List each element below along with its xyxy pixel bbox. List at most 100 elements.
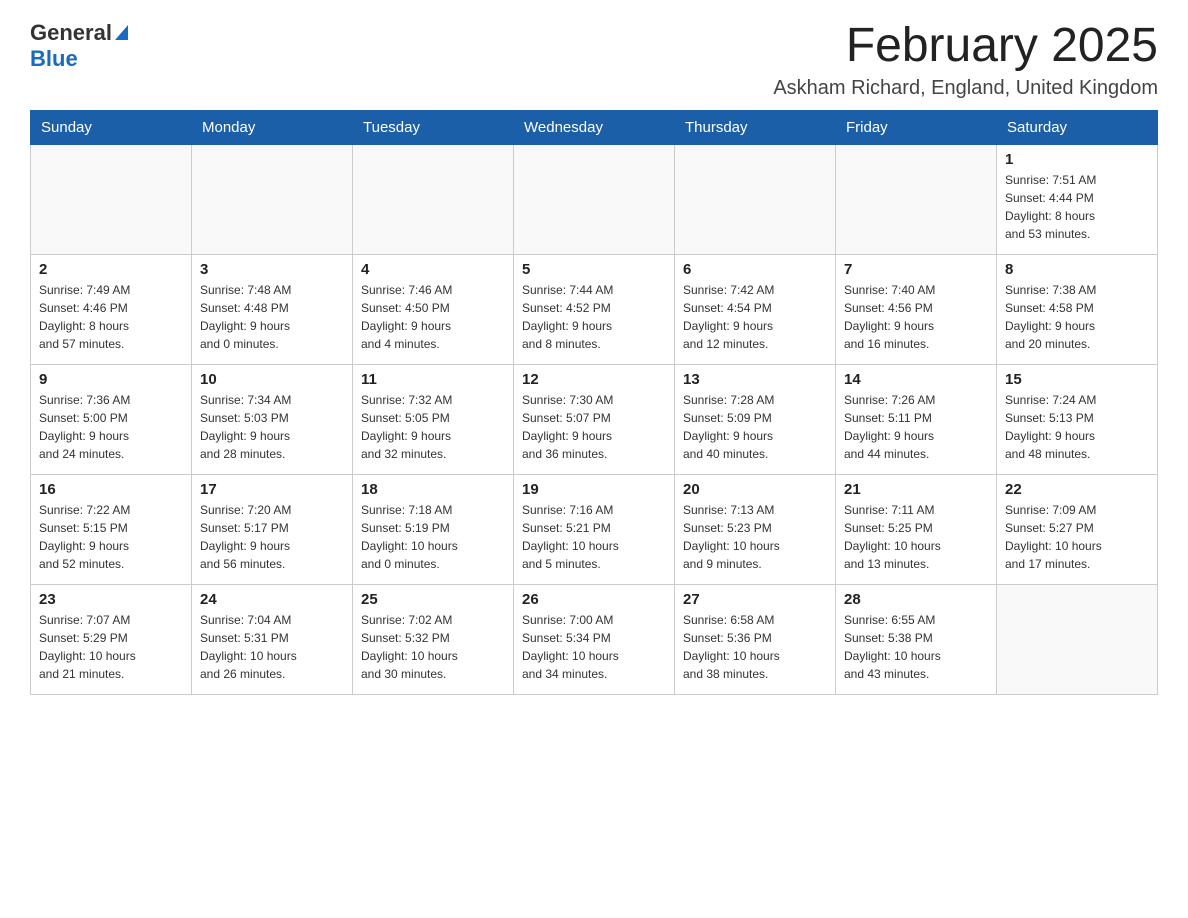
calendar-cell: 23 Sunrise: 7:07 AM Sunset: 5:29 PM Dayli… bbox=[31, 584, 192, 694]
day-info: Sunrise: 7:02 AM Sunset: 5:32 PM Dayligh… bbox=[361, 611, 505, 683]
calendar-cell: 12 Sunrise: 7:30 AM Sunset: 5:07 PM Dayli… bbox=[514, 364, 675, 474]
page-header: General Blue February 2025 Askham Richar… bbox=[30, 20, 1158, 100]
day-info: Sunrise: 7:32 AM Sunset: 5:05 PM Dayligh… bbox=[361, 391, 505, 463]
day-info: Sunrise: 7:24 AM Sunset: 5:13 PM Dayligh… bbox=[1005, 391, 1149, 463]
day-info: Sunrise: 7:11 AM Sunset: 5:25 PM Dayligh… bbox=[844, 501, 988, 573]
day-number: 13 bbox=[683, 371, 827, 388]
day-info: Sunrise: 7:09 AM Sunset: 5:27 PM Dayligh… bbox=[1005, 501, 1149, 573]
calendar-body: 1 Sunrise: 7:51 AM Sunset: 4:44 PM Daylig… bbox=[31, 144, 1158, 694]
day-number: 21 bbox=[844, 481, 988, 498]
day-number: 20 bbox=[683, 481, 827, 498]
calendar-header-tuesday: Tuesday bbox=[353, 110, 514, 144]
calendar-cell: 20 Sunrise: 7:13 AM Sunset: 5:23 PM Dayli… bbox=[675, 474, 836, 584]
day-number: 1 bbox=[1005, 151, 1149, 168]
calendar-cell: 9Sunrise: 7:36 AM Sunset: 5:00 PM Daylig… bbox=[31, 364, 192, 474]
day-number: 18 bbox=[361, 481, 505, 498]
day-number: 25 bbox=[361, 591, 505, 608]
day-info: Sunrise: 7:46 AM Sunset: 4:50 PM Dayligh… bbox=[361, 281, 505, 353]
day-number: 11 bbox=[361, 371, 505, 388]
calendar-cell: 5 Sunrise: 7:44 AM Sunset: 4:52 PM Daylig… bbox=[514, 254, 675, 364]
day-info: Sunrise: 7:36 AM Sunset: 5:00 PM Dayligh… bbox=[39, 391, 183, 463]
calendar-table: SundayMondayTuesdayWednesdayThursdayFrid… bbox=[30, 110, 1158, 695]
day-info: Sunrise: 7:16 AM Sunset: 5:21 PM Dayligh… bbox=[522, 501, 666, 573]
day-number: 3 bbox=[200, 261, 344, 278]
calendar-cell: 7Sunrise: 7:40 AM Sunset: 4:56 PM Daylig… bbox=[836, 254, 997, 364]
calendar-cell: 28 Sunrise: 6:55 AM Sunset: 5:38 PM Dayli… bbox=[836, 584, 997, 694]
calendar-cell: 14 Sunrise: 7:26 AM Sunset: 5:11 PM Dayli… bbox=[836, 364, 997, 474]
day-number: 19 bbox=[522, 481, 666, 498]
calendar-cell bbox=[836, 144, 997, 254]
day-info: Sunrise: 7:26 AM Sunset: 5:11 PM Dayligh… bbox=[844, 391, 988, 463]
logo-text-blue: Blue bbox=[30, 46, 78, 72]
location-subtitle: Askham Richard, England, United Kingdom bbox=[773, 77, 1158, 100]
day-number: 8 bbox=[1005, 261, 1149, 278]
day-info: Sunrise: 7:40 AM Sunset: 4:56 PM Dayligh… bbox=[844, 281, 988, 353]
logo: General Blue bbox=[30, 20, 128, 72]
day-info: Sunrise: 7:28 AM Sunset: 5:09 PM Dayligh… bbox=[683, 391, 827, 463]
day-number: 14 bbox=[844, 371, 988, 388]
calendar-cell bbox=[192, 144, 353, 254]
calendar-cell: 6Sunrise: 7:42 AM Sunset: 4:54 PM Daylig… bbox=[675, 254, 836, 364]
day-info: Sunrise: 7:49 AM Sunset: 4:46 PM Dayligh… bbox=[39, 281, 183, 353]
day-number: 17 bbox=[200, 481, 344, 498]
calendar-cell: 21 Sunrise: 7:11 AM Sunset: 5:25 PM Dayli… bbox=[836, 474, 997, 584]
calendar-cell: 11 Sunrise: 7:32 AM Sunset: 5:05 PM Dayli… bbox=[353, 364, 514, 474]
calendar-week-1: 2 Sunrise: 7:49 AM Sunset: 4:46 PM Daylig… bbox=[31, 254, 1158, 364]
calendar-cell bbox=[675, 144, 836, 254]
day-number: 24 bbox=[200, 591, 344, 608]
calendar-cell bbox=[31, 144, 192, 254]
day-info: Sunrise: 7:18 AM Sunset: 5:19 PM Dayligh… bbox=[361, 501, 505, 573]
calendar-header-wednesday: Wednesday bbox=[514, 110, 675, 144]
calendar-header-row: SundayMondayTuesdayWednesdayThursdayFrid… bbox=[31, 110, 1158, 144]
month-title: February 2025 bbox=[773, 20, 1158, 73]
day-info: Sunrise: 7:13 AM Sunset: 5:23 PM Dayligh… bbox=[683, 501, 827, 573]
calendar-cell: 27 Sunrise: 6:58 AM Sunset: 5:36 PM Dayli… bbox=[675, 584, 836, 694]
calendar-header-sunday: Sunday bbox=[31, 110, 192, 144]
calendar-week-3: 16 Sunrise: 7:22 AM Sunset: 5:15 PM Dayli… bbox=[31, 474, 1158, 584]
day-number: 2 bbox=[39, 261, 183, 278]
calendar-cell: 3 Sunrise: 7:48 AM Sunset: 4:48 PM Daylig… bbox=[192, 254, 353, 364]
day-number: 12 bbox=[522, 371, 666, 388]
calendar-week-4: 23 Sunrise: 7:07 AM Sunset: 5:29 PM Dayli… bbox=[31, 584, 1158, 694]
calendar-cell: 19 Sunrise: 7:16 AM Sunset: 5:21 PM Dayli… bbox=[514, 474, 675, 584]
calendar-header-saturday: Saturday bbox=[997, 110, 1158, 144]
title-section: February 2025 Askham Richard, England, U… bbox=[773, 20, 1158, 100]
calendar-week-0: 1 Sunrise: 7:51 AM Sunset: 4:44 PM Daylig… bbox=[31, 144, 1158, 254]
day-info: Sunrise: 7:30 AM Sunset: 5:07 PM Dayligh… bbox=[522, 391, 666, 463]
calendar-cell: 2 Sunrise: 7:49 AM Sunset: 4:46 PM Daylig… bbox=[31, 254, 192, 364]
logo-icon: General Blue bbox=[30, 20, 128, 72]
calendar-cell bbox=[514, 144, 675, 254]
day-number: 4 bbox=[361, 261, 505, 278]
calendar-cell: 15 Sunrise: 7:24 AM Sunset: 5:13 PM Dayli… bbox=[997, 364, 1158, 474]
calendar-cell: 24Sunrise: 7:04 AM Sunset: 5:31 PM Dayli… bbox=[192, 584, 353, 694]
calendar-header-monday: Monday bbox=[192, 110, 353, 144]
calendar-cell: 10Sunrise: 7:34 AM Sunset: 5:03 PM Dayli… bbox=[192, 364, 353, 474]
day-info: Sunrise: 7:00 AM Sunset: 5:34 PM Dayligh… bbox=[522, 611, 666, 683]
day-info: Sunrise: 7:38 AM Sunset: 4:58 PM Dayligh… bbox=[1005, 281, 1149, 353]
day-number: 26 bbox=[522, 591, 666, 608]
calendar-cell: 17 Sunrise: 7:20 AM Sunset: 5:17 PM Dayli… bbox=[192, 474, 353, 584]
calendar-header-thursday: Thursday bbox=[675, 110, 836, 144]
calendar-cell: 26 Sunrise: 7:00 AM Sunset: 5:34 PM Dayli… bbox=[514, 584, 675, 694]
calendar-header-friday: Friday bbox=[836, 110, 997, 144]
day-number: 15 bbox=[1005, 371, 1149, 388]
day-info: Sunrise: 7:22 AM Sunset: 5:15 PM Dayligh… bbox=[39, 501, 183, 573]
calendar-week-2: 9Sunrise: 7:36 AM Sunset: 5:00 PM Daylig… bbox=[31, 364, 1158, 474]
day-info: Sunrise: 7:48 AM Sunset: 4:48 PM Dayligh… bbox=[200, 281, 344, 353]
day-info: Sunrise: 7:51 AM Sunset: 4:44 PM Dayligh… bbox=[1005, 171, 1149, 243]
day-number: 23 bbox=[39, 591, 183, 608]
day-info: Sunrise: 7:44 AM Sunset: 4:52 PM Dayligh… bbox=[522, 281, 666, 353]
calendar-cell bbox=[997, 584, 1158, 694]
day-info: Sunrise: 7:20 AM Sunset: 5:17 PM Dayligh… bbox=[200, 501, 344, 573]
day-number: 27 bbox=[683, 591, 827, 608]
day-number: 28 bbox=[844, 591, 988, 608]
calendar-cell: 16 Sunrise: 7:22 AM Sunset: 5:15 PM Dayli… bbox=[31, 474, 192, 584]
day-number: 10 bbox=[200, 371, 344, 388]
calendar-cell: 8 Sunrise: 7:38 AM Sunset: 4:58 PM Daylig… bbox=[997, 254, 1158, 364]
day-info: Sunrise: 6:55 AM Sunset: 5:38 PM Dayligh… bbox=[844, 611, 988, 683]
day-info: Sunrise: 6:58 AM Sunset: 5:36 PM Dayligh… bbox=[683, 611, 827, 683]
day-info: Sunrise: 7:07 AM Sunset: 5:29 PM Dayligh… bbox=[39, 611, 183, 683]
calendar-cell: 25 Sunrise: 7:02 AM Sunset: 5:32 PM Dayli… bbox=[353, 584, 514, 694]
day-number: 16 bbox=[39, 481, 183, 498]
day-number: 5 bbox=[522, 261, 666, 278]
